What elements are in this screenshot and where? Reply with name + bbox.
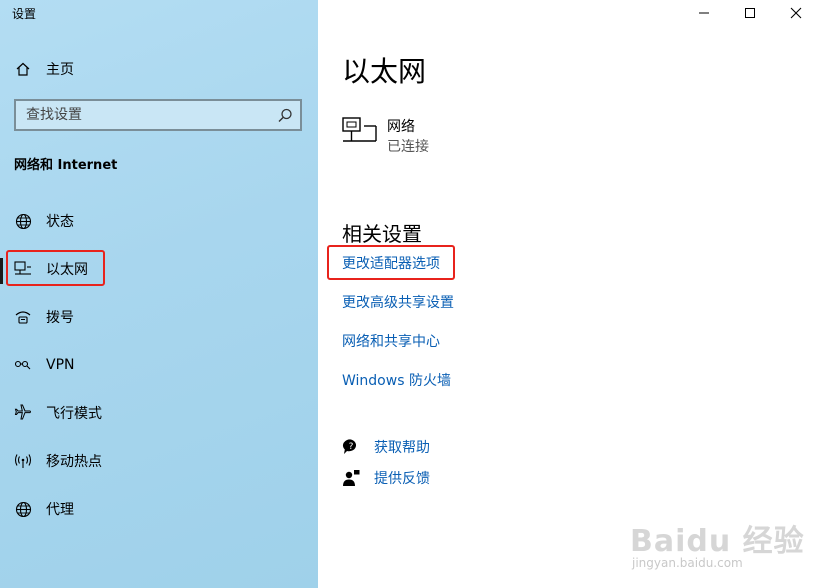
search-input[interactable] <box>16 101 266 129</box>
search-icon[interactable] <box>276 107 294 125</box>
minimize-icon <box>698 4 710 23</box>
section-title: 网络和 Internet <box>14 158 118 173</box>
sidebar-item-airplane[interactable]: 飞行模式 <box>0 393 318 433</box>
sidebar-item-vpn[interactable]: VPN <box>0 345 318 385</box>
maximize-icon <box>744 4 756 23</box>
search-box[interactable] <box>14 99 302 131</box>
sidebar: 设置 主页 网络和 Internet 状态 以太网 拨号 <box>0 0 318 588</box>
give-feedback-link[interactable]: 提供反馈 <box>342 468 430 488</box>
sidebar-item-label: 移动热点 <box>46 454 102 470</box>
sidebar-item-label: 代理 <box>46 502 74 518</box>
hotspot-icon <box>14 452 32 470</box>
related-settings-title: 相关设置 <box>342 222 422 246</box>
watermark-logo: Baidu 经验 <box>630 524 805 559</box>
airplane-icon <box>14 404 32 422</box>
maximize-button[interactable] <box>727 0 773 26</box>
help-chat-icon: ? <box>342 438 360 456</box>
highlight-box <box>6 250 105 286</box>
window-title: 设置 <box>12 7 37 21</box>
sidebar-item-status[interactable]: 状态 <box>0 201 318 241</box>
network-name: 网络 <box>387 119 415 135</box>
home-icon <box>14 60 32 78</box>
window-controls <box>681 0 819 26</box>
svg-text:?: ? <box>349 442 354 452</box>
globe-icon <box>14 212 32 230</box>
advanced-sharing-link[interactable]: 更改高级共享设置 <box>342 292 454 312</box>
sidebar-item-label: 主页 <box>46 62 74 78</box>
page-title: 以太网 <box>342 55 427 88</box>
sidebar-item-label: VPN <box>46 357 75 373</box>
sidebar-item-proxy[interactable]: 代理 <box>0 489 318 529</box>
highlight-box <box>327 245 455 280</box>
give-feedback-label: 提供反馈 <box>374 471 430 487</box>
sidebar-item-label: 拨号 <box>46 310 74 326</box>
feedback-icon <box>342 469 360 487</box>
close-icon <box>790 4 802 23</box>
sidebar-item-label: 飞行模式 <box>46 406 102 422</box>
windows-firewall-link[interactable]: Windows 防火墙 <box>342 370 451 390</box>
vpn-icon <box>14 356 32 374</box>
dialup-icon <box>14 308 32 326</box>
sidebar-item-home[interactable]: 主页 <box>0 49 318 89</box>
network-status[interactable]: 网络 已连接 <box>342 116 429 155</box>
globe-icon <box>14 500 32 518</box>
watermark-url: jingyan.baidu.com <box>632 556 743 570</box>
minimize-button[interactable] <box>681 0 727 26</box>
get-help-link[interactable]: ? 获取帮助 <box>342 437 430 457</box>
network-sharing-center-link[interactable]: 网络和共享中心 <box>342 331 440 351</box>
ethernet-network-icon <box>342 116 378 146</box>
close-button[interactable] <box>773 0 819 26</box>
get-help-label: 获取帮助 <box>374 440 430 456</box>
network-connection-status: 已连接 <box>387 139 429 155</box>
sidebar-item-dialup[interactable]: 拨号 <box>0 297 318 337</box>
sidebar-item-label: 状态 <box>46 214 74 230</box>
sidebar-item-hotspot[interactable]: 移动热点 <box>0 441 318 481</box>
main-content: 以太网 网络 已连接 相关设置 更改适配器选项 更改高级共享设置 网络和共享中心… <box>318 0 819 588</box>
